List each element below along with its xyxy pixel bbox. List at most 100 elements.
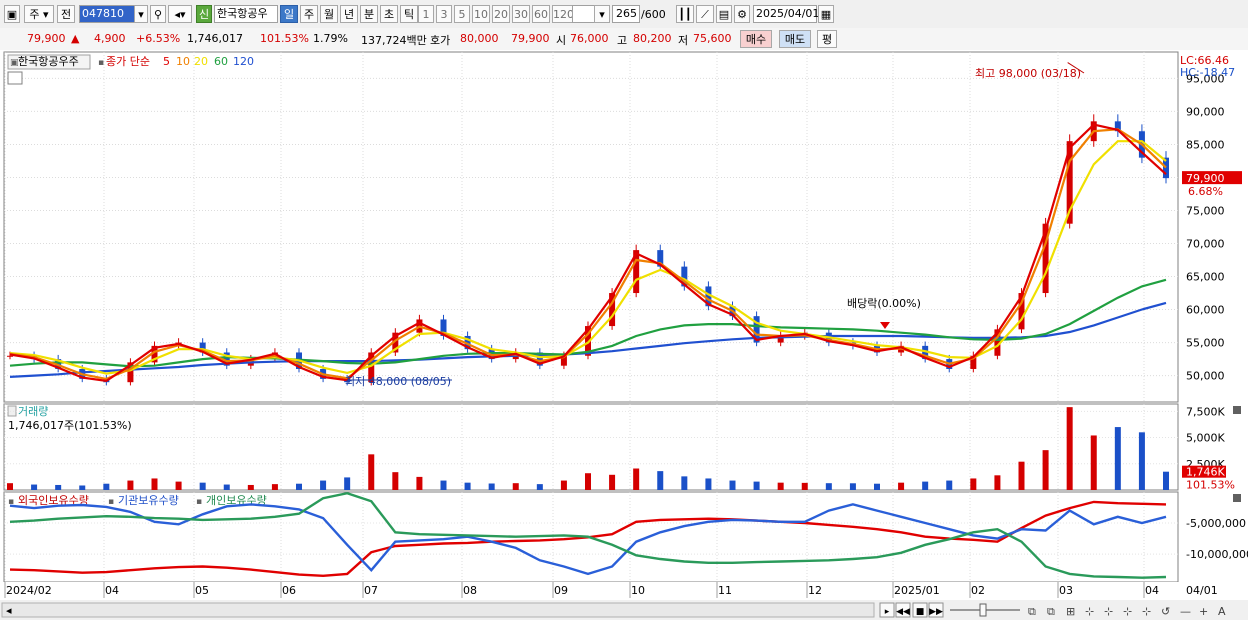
volume-bar-12 bbox=[296, 483, 302, 490]
candle-type-icon[interactable]: ┃┃ bbox=[676, 5, 694, 23]
low-value: 75,600 bbox=[693, 32, 732, 45]
volume-rate: 101.53% bbox=[260, 32, 309, 45]
tab-multiplier-10[interactable]: 10 bbox=[472, 5, 490, 23]
interval-dropdown-icon[interactable]: ▾ bbox=[594, 5, 610, 23]
tab-multiplier-30[interactable]: 30 bbox=[512, 5, 530, 23]
nav-icon-3: ▶▶ bbox=[929, 607, 943, 617]
volume-bar-26 bbox=[633, 468, 640, 490]
line-tool-icon[interactable]: ⟋ bbox=[696, 5, 714, 23]
tab-period-2[interactable]: 월 bbox=[320, 5, 338, 23]
volume-bar-14 bbox=[344, 477, 351, 490]
legend-item-4: 60 bbox=[214, 55, 228, 68]
xaxis-label-11: 02 bbox=[971, 584, 985, 597]
price-ytick-7: 60,000 bbox=[1186, 304, 1225, 317]
calendar-icon[interactable]: ▦ bbox=[818, 5, 834, 23]
tool-icon-6: ⊹ bbox=[1142, 605, 1151, 618]
tool-icon-9: + bbox=[1199, 605, 1208, 618]
avg-button[interactable]: 평 bbox=[817, 30, 837, 48]
table-icon bbox=[7, 71, 23, 85]
tab-multiplier-3[interactable]: 3 bbox=[436, 5, 452, 23]
volume-bar-44 bbox=[1066, 407, 1073, 490]
volume-bar-13 bbox=[320, 480, 327, 490]
volume-bar-40 bbox=[970, 478, 977, 490]
code-dropdown-icon[interactable]: ▾ bbox=[134, 5, 148, 23]
app-window: { "toolbar": { "market": "주", "prefix": … bbox=[0, 0, 1248, 621]
xaxis-label-9: 12 bbox=[808, 584, 822, 597]
volume-bar-29 bbox=[705, 478, 712, 490]
price-ytick-4: 75,000 bbox=[1186, 204, 1225, 217]
low-annotation: 최저 48,000 (08/05) bbox=[345, 375, 451, 388]
volume-bar-27 bbox=[657, 471, 664, 490]
tab-multiplier-60[interactable]: 60 bbox=[532, 5, 550, 23]
tab-period-4[interactable]: 분 bbox=[360, 5, 378, 23]
top-toolbar: ▣ 주 ▾ 전 047810 ▾ ⚲ ◂▾ 신 한국항공우 일주월년분초틱 13… bbox=[0, 0, 1248, 29]
price-ytick-1: 90,000 bbox=[1186, 105, 1225, 118]
tab-period-3[interactable]: 년 bbox=[340, 5, 358, 23]
volume-bar-31 bbox=[753, 481, 760, 490]
sell-button[interactable]: 매도 bbox=[779, 30, 811, 48]
change-rate: +6.53% bbox=[136, 32, 181, 45]
scrollbar-track bbox=[1, 602, 875, 618]
prefix-button[interactable]: 전 bbox=[57, 5, 75, 23]
tab-multiplier-20[interactable]: 20 bbox=[492, 5, 510, 23]
price-value: 79,900 bbox=[27, 32, 66, 45]
stock-name-field[interactable]: 한국항공우 bbox=[214, 5, 278, 23]
buy-button[interactable]: 매수 bbox=[740, 30, 772, 48]
volume-bar-47 bbox=[1138, 432, 1145, 490]
volume-bar-30 bbox=[729, 480, 736, 490]
low-label: 저 bbox=[678, 34, 689, 47]
tab-period-0[interactable]: 일 bbox=[280, 5, 298, 23]
open-value: 76,000 bbox=[570, 32, 609, 45]
legend-item-3: 20 bbox=[194, 55, 208, 68]
legend-item-2: 10 bbox=[176, 55, 190, 68]
volume-value: 1,746,017 bbox=[187, 32, 243, 45]
volume-bar-28 bbox=[681, 476, 688, 490]
window-menu-icon[interactable]: ▣ bbox=[4, 5, 20, 23]
volume-panel-icon bbox=[7, 405, 17, 417]
volume-bar-46 bbox=[1114, 427, 1121, 490]
tab-period-6[interactable]: 틱 bbox=[400, 5, 418, 23]
dividend-annotation: 배당락(0.00%) bbox=[847, 297, 921, 310]
speaker-icon[interactable]: ◂▾ bbox=[168, 5, 192, 23]
volume-bar-17 bbox=[416, 476, 423, 490]
tab-period-5[interactable]: 초 bbox=[380, 5, 398, 23]
gear-icon[interactable]: ⚙ bbox=[734, 5, 750, 23]
volume-bar-21 bbox=[512, 483, 519, 490]
count-input[interactable]: 265 bbox=[612, 5, 640, 23]
volume-last-rate: 101.53% bbox=[1186, 479, 1235, 492]
tool-icon-2: ⊞ bbox=[1066, 605, 1075, 618]
xaxis-label-8: 11 bbox=[718, 584, 732, 597]
volume-bar-15 bbox=[368, 454, 375, 490]
tab-period-1[interactable]: 주 bbox=[300, 5, 318, 23]
volume-bar-37 bbox=[898, 482, 905, 490]
xaxis-label-3: 06 bbox=[282, 584, 296, 597]
legend-item-1: 5 bbox=[163, 55, 170, 68]
tool-icon-10: A bbox=[1218, 605, 1226, 618]
count-total: /600 bbox=[641, 8, 666, 21]
new-badge: 신 bbox=[196, 5, 212, 23]
date-input[interactable]: 2025/04/01 bbox=[753, 5, 819, 23]
legend-item-0: 종가 단순 bbox=[106, 55, 150, 68]
tab-multiplier-5[interactable]: 5 bbox=[454, 5, 470, 23]
xaxis-label-0: 2024/02 bbox=[6, 584, 52, 597]
xaxis-label-13: 04 bbox=[1145, 584, 1159, 597]
volume-bar-34 bbox=[825, 483, 832, 490]
price-ytick-6: 65,000 bbox=[1186, 271, 1225, 284]
tool-icon-3: ⊹ bbox=[1085, 605, 1094, 618]
save-icon[interactable]: ▤ bbox=[716, 5, 732, 23]
volume-last-label: 1,746K bbox=[1186, 466, 1225, 479]
tab-multiplier-1[interactable]: 1 bbox=[418, 5, 434, 23]
hold-ytick-1: -10,000,000 bbox=[1186, 548, 1248, 561]
market-select[interactable]: 주 ▾ bbox=[24, 5, 54, 23]
stock-code-input[interactable]: 047810 bbox=[79, 5, 135, 23]
volume-bar-22 bbox=[536, 484, 543, 490]
tab-multiplier-120[interactable]: 120 bbox=[552, 5, 574, 23]
xaxis-label-5: 08 bbox=[463, 584, 477, 597]
search-icon[interactable]: ⚲ bbox=[150, 5, 166, 23]
volume-bar-42 bbox=[1018, 461, 1025, 490]
volume-bar-25 bbox=[609, 474, 616, 490]
volume-bar-10 bbox=[247, 484, 254, 490]
xaxis-label-1: 04 bbox=[105, 584, 119, 597]
direction-icon: ▲ bbox=[71, 32, 80, 45]
hold-legend-1: 기관보유수량 bbox=[118, 494, 179, 507]
